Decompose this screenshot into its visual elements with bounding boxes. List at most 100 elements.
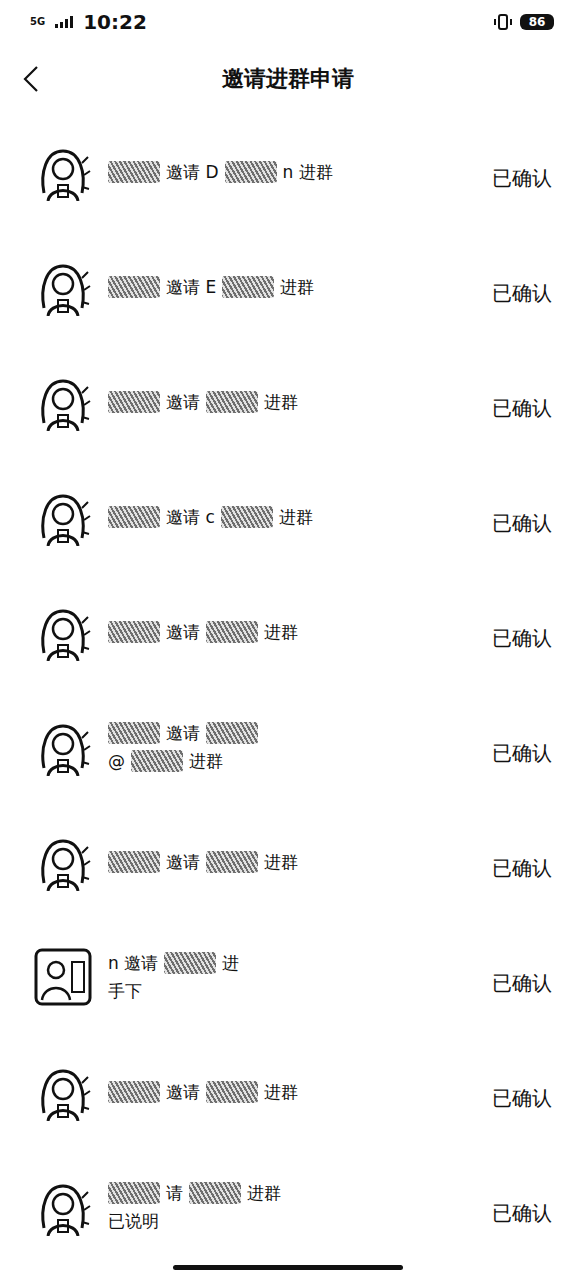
text-line: 邀请 c 进群 bbox=[108, 505, 476, 529]
text-segment: 进群 bbox=[264, 620, 298, 644]
status-label: 已确认 bbox=[492, 1186, 552, 1227]
signal-icon bbox=[55, 16, 73, 28]
redacted-name bbox=[222, 276, 274, 298]
request-text: 邀请 E进群 bbox=[108, 275, 476, 299]
redacted-name bbox=[108, 161, 160, 183]
text-line: 邀请进群 bbox=[108, 390, 476, 414]
text-segment: 进 bbox=[222, 951, 239, 975]
status-label: 已确认 bbox=[492, 1071, 552, 1112]
redacted-name bbox=[108, 621, 160, 643]
avatar[interactable] bbox=[34, 488, 92, 546]
text-line: 邀请 进群 bbox=[108, 1080, 476, 1104]
request-text: 请 进群已说明 bbox=[108, 1181, 476, 1233]
text-segment: 邀请 E bbox=[166, 275, 216, 299]
girl-sketch-icon bbox=[34, 488, 92, 546]
avatar[interactable] bbox=[34, 1063, 92, 1121]
text-segment: 进群 bbox=[264, 1080, 298, 1104]
redacted-name bbox=[189, 1182, 241, 1204]
girl-sketch-icon bbox=[34, 718, 92, 776]
request-row[interactable]: 邀请 c 进群 已确认 bbox=[0, 459, 576, 574]
status-label: 已确认 bbox=[492, 956, 552, 997]
text-segment: 手下 bbox=[108, 979, 142, 1003]
redacted-name bbox=[206, 391, 258, 413]
avatar[interactable] bbox=[34, 603, 92, 661]
redacted-name bbox=[225, 161, 277, 183]
status-label: 已确认 bbox=[492, 611, 552, 652]
back-button[interactable] bbox=[16, 61, 46, 97]
request-row[interactable]: 邀请进群已确认 bbox=[0, 574, 576, 689]
page-title: 邀请进群申请 bbox=[222, 64, 354, 94]
redacted-name bbox=[221, 506, 273, 528]
girl-sketch-icon bbox=[34, 373, 92, 431]
text-segment: n 进群 bbox=[283, 160, 333, 184]
text-line: n 邀请 进 bbox=[108, 951, 476, 975]
avatar[interactable] bbox=[34, 143, 92, 201]
home-indicator[interactable] bbox=[173, 1265, 403, 1270]
avatar[interactable] bbox=[34, 1178, 92, 1236]
text-segment: 邀请 D bbox=[166, 160, 219, 184]
text-segment: 邀请 bbox=[166, 721, 200, 745]
request-row[interactable]: n 邀请 进手下 已确认 bbox=[0, 919, 576, 1034]
redacted-name bbox=[108, 1182, 160, 1204]
redacted-name bbox=[108, 1081, 160, 1103]
text-segment: @ bbox=[108, 749, 125, 773]
text-line: 手下 bbox=[108, 979, 476, 1003]
request-row[interactable]: 邀请 进群 已确认 bbox=[0, 1034, 576, 1149]
redacted-name bbox=[108, 722, 160, 744]
text-line: 邀请 bbox=[108, 721, 476, 745]
redacted-name bbox=[108, 391, 160, 413]
redacted-name bbox=[164, 952, 216, 974]
request-row[interactable]: 邀请进群已确认 bbox=[0, 344, 576, 459]
text-segment: 邀请 bbox=[166, 1080, 200, 1104]
girl-sketch-icon bbox=[34, 1178, 92, 1236]
text-line: 邀请 E进群 bbox=[108, 275, 476, 299]
request-text: 邀请 D n 进群 bbox=[108, 160, 476, 184]
text-segment: n 邀请 bbox=[108, 951, 158, 975]
network-label: 5G bbox=[30, 17, 45, 27]
back-chevron-icon bbox=[23, 65, 39, 93]
request-row[interactable]: 邀请@进群已确认 bbox=[0, 689, 576, 804]
text-line: 邀请进群 bbox=[108, 850, 476, 874]
girl-sketch-icon bbox=[34, 833, 92, 891]
text-segment: 请 bbox=[166, 1181, 183, 1205]
redacted-name bbox=[131, 750, 183, 772]
nav-header: 邀请进群申请 bbox=[0, 44, 576, 114]
request-row[interactable]: 请 进群已说明 已确认 bbox=[0, 1149, 576, 1264]
request-text: n 邀请 进手下 bbox=[108, 951, 476, 1003]
vibrate-icon bbox=[494, 14, 512, 30]
person-photo-icon bbox=[34, 948, 92, 1006]
text-segment: 邀请 bbox=[166, 850, 200, 874]
text-line: 请 进群 bbox=[108, 1181, 476, 1205]
status-label: 已确认 bbox=[492, 381, 552, 422]
text-segment: 进群 bbox=[279, 505, 313, 529]
status-bar: 5G10:2286 bbox=[0, 0, 576, 44]
text-segment: 邀请 c bbox=[166, 505, 215, 529]
avatar[interactable] bbox=[34, 833, 92, 891]
redacted-name bbox=[206, 851, 258, 873]
status-right: 86 bbox=[494, 14, 554, 30]
request-list: 邀请 Dn 进群已确认邀请 E进群已确认邀请进群已确认邀请 c进群已确认邀请进群… bbox=[0, 114, 576, 1264]
avatar[interactable] bbox=[34, 258, 92, 316]
request-text: 邀请 @ 进群 bbox=[108, 721, 476, 773]
text-line: @ 进群 bbox=[108, 749, 476, 773]
request-row[interactable]: 邀请 E进群已确认 bbox=[0, 229, 576, 344]
redacted-name bbox=[108, 851, 160, 873]
request-text: 邀请进群 bbox=[108, 850, 476, 874]
status-label: 已确认 bbox=[492, 496, 552, 537]
avatar[interactable] bbox=[34, 948, 92, 1006]
text-segment: 已说明 bbox=[108, 1209, 159, 1233]
avatar[interactable] bbox=[34, 718, 92, 776]
avatar[interactable] bbox=[34, 373, 92, 431]
girl-sketch-icon bbox=[34, 1063, 92, 1121]
status-label: 已确认 bbox=[492, 151, 552, 192]
text-segment: 进群 bbox=[189, 749, 223, 773]
request-text: 邀请 c 进群 bbox=[108, 505, 476, 529]
redacted-name bbox=[108, 276, 160, 298]
girl-sketch-icon bbox=[34, 603, 92, 661]
request-row[interactable]: 邀请进群已确认 bbox=[0, 804, 576, 919]
request-text: 邀请进群 bbox=[108, 620, 476, 644]
text-line: 邀请进群 bbox=[108, 620, 476, 644]
text-segment: 进群 bbox=[247, 1181, 281, 1205]
text-segment: 进群 bbox=[264, 390, 298, 414]
request-row[interactable]: 邀请 D n 进群 已确认 bbox=[0, 114, 576, 229]
